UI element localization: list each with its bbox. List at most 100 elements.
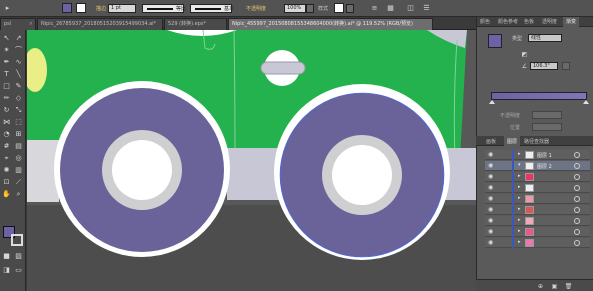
tab-529-eps[interactable]: 529 (转换).eps*	[164, 18, 227, 30]
gradient-angle-field[interactable]: 106.3°	[530, 62, 558, 70]
lasso-tool-icon[interactable]: ⌒	[14, 46, 23, 55]
layer-row[interactable]: ◉ ▸	[485, 238, 590, 248]
tab-color-guide[interactable]: 颜色参考	[495, 17, 521, 27]
type-tool-icon[interactable]: T	[2, 70, 11, 79]
layer-row[interactable]: ◉ ▾ 图层 2	[485, 161, 590, 171]
artboard-canvas[interactable]	[27, 30, 476, 291]
target-icon[interactable]	[574, 218, 580, 224]
color-mode-icon[interactable]: ■	[2, 252, 11, 261]
gradient-mode-icon[interactable]: ▨	[14, 252, 23, 261]
gradient-type-select[interactable]: 线性	[528, 34, 562, 42]
zoom-tool-icon[interactable]: ⌕	[14, 190, 23, 199]
tab-transparency[interactable]: 透明度	[539, 17, 560, 27]
magic-wand-tool-icon[interactable]: ✶	[2, 46, 11, 55]
selection-tool-icon[interactable]: ↖	[2, 34, 11, 43]
trash-icon[interactable]: 🗑	[564, 282, 573, 291]
target-icon[interactable]	[574, 163, 580, 169]
gradient-tool-icon[interactable]: ▤	[14, 142, 23, 151]
gradient-stop-right[interactable]	[583, 100, 589, 104]
target-icon[interactable]	[574, 207, 580, 213]
scale-tool-icon[interactable]: ⤡	[14, 106, 23, 115]
expand-icon[interactable]: ▸	[518, 206, 521, 212]
target-icon[interactable]	[574, 174, 580, 180]
selection-icon[interactable]: ▸	[3, 4, 12, 13]
eye-icon[interactable]: ◉	[488, 184, 493, 191]
new-sublayer-icon[interactable]: ⊕	[536, 282, 545, 291]
target-icon[interactable]	[574, 196, 580, 202]
graph-tool-icon[interactable]: ▥	[14, 166, 23, 175]
rectangle-tool-icon[interactable]: □	[2, 82, 11, 91]
angle-dropdown[interactable]	[562, 62, 570, 70]
align-icon[interactable]: ≡	[370, 4, 379, 13]
target-icon[interactable]	[574, 152, 580, 158]
expand-icon[interactable]: ▸	[518, 228, 521, 234]
gradient-stop-left[interactable]	[489, 100, 495, 104]
artboard-tool-icon[interactable]: ⊡	[2, 178, 11, 187]
opacity-label[interactable]: 不透明度	[246, 5, 266, 12]
curvature-tool-icon[interactable]: ∿	[14, 58, 23, 67]
tab-layers[interactable]: 图层	[504, 136, 521, 146]
expand-icon[interactable]: ▸	[518, 195, 521, 201]
eye-icon[interactable]: ◉	[488, 239, 493, 246]
blend-tool-icon[interactable]: ◎	[14, 154, 23, 163]
stop-opacity-field[interactable]	[532, 111, 562, 119]
mesh-tool-icon[interactable]: #	[2, 142, 11, 151]
target-icon[interactable]	[574, 240, 580, 246]
expand-icon[interactable]: ▸	[518, 239, 521, 245]
layer-row[interactable]: ◉ ▸ 图层 1	[485, 150, 590, 160]
tab-swatches[interactable]: 色板	[521, 17, 537, 27]
opacity-dropdown[interactable]	[306, 4, 314, 13]
free-transform-tool-icon[interactable]: ⬚	[14, 118, 23, 127]
stroke-gradient-icon[interactable]: ◩	[520, 50, 529, 59]
tab-color[interactable]: 颜色	[477, 17, 493, 27]
symbol-sprayer-tool-icon[interactable]: ✺	[2, 166, 11, 175]
eye-icon[interactable]: ◉	[488, 228, 493, 235]
expand-icon[interactable]: ▸	[518, 217, 521, 223]
eye-icon[interactable]: ◉	[488, 162, 493, 169]
eyedropper-tool-icon[interactable]: ⌖	[2, 154, 11, 163]
stop-position-field[interactable]	[532, 123, 562, 131]
line-tool-icon[interactable]: ╲	[14, 70, 23, 79]
direct-selection-tool-icon[interactable]: ↗	[14, 34, 23, 43]
tab-artboards[interactable]: 画板	[486, 138, 496, 145]
gradient-slider[interactable]	[491, 92, 587, 100]
opacity-field[interactable]: 100%	[284, 4, 306, 13]
target-icon[interactable]	[574, 229, 580, 235]
isolate-icon[interactable]: ◫	[406, 4, 415, 13]
style-dropdown[interactable]	[346, 4, 354, 13]
tab-gradient[interactable]: 渐变	[563, 17, 580, 27]
slice-tool-icon[interactable]: ⟋	[14, 178, 23, 187]
drawing-mode-icon[interactable]: ◨	[2, 266, 11, 275]
stroke-swatch[interactable]	[76, 3, 86, 13]
menu-icon[interactable]: ☰	[422, 4, 431, 13]
tab-nipic-26785937[interactable]: Nipic_26785937_20180515203915499034.ai*	[37, 18, 163, 30]
rotate-tool-icon[interactable]: ↻	[2, 106, 11, 115]
collapse-icon[interactable]: ▾	[518, 162, 521, 168]
expand-icon[interactable]: ▸	[518, 151, 521, 157]
hand-tool-icon[interactable]: ✋	[2, 190, 11, 199]
layer-row[interactable]: ◉ ▸	[485, 183, 590, 193]
width-tool-icon[interactable]: ⋈	[2, 118, 11, 127]
shape-builder-tool-icon[interactable]: ◔	[2, 130, 11, 139]
screen-mode-icon[interactable]: ▭	[14, 266, 23, 275]
layer-row[interactable]: ◉ ▸	[485, 205, 590, 215]
new-layer-icon[interactable]: ▣	[550, 282, 559, 291]
tab-nipic-455997[interactable]: Nipic_455997_20150808155348604000(转换).ai…	[228, 18, 433, 30]
eye-icon[interactable]: ◉	[488, 206, 493, 213]
stroke-color-box[interactable]	[11, 234, 23, 246]
layer-row[interactable]: ◉ ▸	[485, 216, 590, 226]
pencil-tool-icon[interactable]: ✏	[2, 94, 11, 103]
tab-pathfinder[interactable]: 路径查找器	[524, 138, 549, 145]
target-icon[interactable]	[574, 185, 580, 191]
layer-row[interactable]: ◉ ▸	[485, 172, 590, 182]
fill-swatch[interactable]	[62, 3, 72, 13]
layer-row[interactable]: ◉ ▸	[485, 194, 590, 204]
eraser-tool-icon[interactable]: ◇	[14, 94, 23, 103]
pen-tool-icon[interactable]: ✒	[2, 58, 11, 67]
style-swatch[interactable]	[334, 3, 344, 13]
eye-icon[interactable]: ◉	[488, 195, 493, 202]
transform-icon[interactable]: ▦	[386, 4, 395, 13]
gradient-preview-swatch[interactable]	[488, 34, 502, 48]
layer-row[interactable]: ◉ ▸	[485, 227, 590, 237]
eye-icon[interactable]: ◉	[488, 151, 493, 158]
